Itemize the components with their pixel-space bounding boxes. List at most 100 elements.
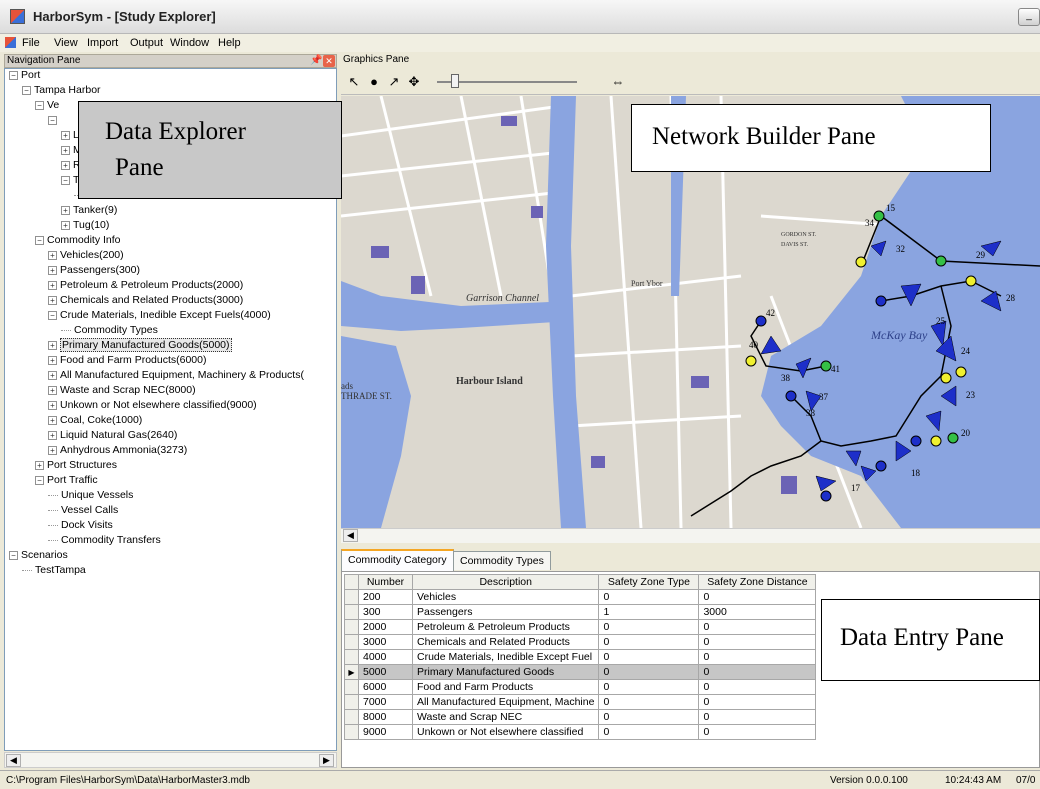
cell-description[interactable]: All Manufactured Equipment, Machine [411, 694, 600, 710]
tree-node-label[interactable]: Passengers(300) [60, 264, 140, 276]
tree-node-label[interactable]: Port Structures [47, 459, 117, 471]
tree-node[interactable]: Commodity Transfers [48, 533, 161, 548]
tree-node-label[interactable]: Chemicals and Related Products(3000) [60, 294, 243, 306]
tree-node[interactable]: − Port Traffic [35, 473, 98, 488]
cell-number[interactable]: 5000 [358, 664, 413, 680]
tree-node[interactable]: + Tanker(9) [61, 203, 117, 218]
collapse-icon[interactable]: − [35, 100, 44, 110]
row-header[interactable] [344, 634, 359, 650]
tree-node-label[interactable]: TestTampa [35, 564, 86, 576]
tree-node-label[interactable]: Anhydrous Ammonia(3273) [60, 444, 187, 456]
menu-file[interactable]: File [22, 37, 40, 49]
expand-icon[interactable]: + [35, 460, 44, 470]
cell-safety-zone-type[interactable]: 1 [598, 604, 700, 620]
cell-safety-zone-type[interactable]: 0 [598, 724, 700, 740]
column-header-safety-zone-type[interactable]: Safety Zone Type [598, 574, 700, 590]
tab-commodity-category[interactable]: Commodity Category [341, 549, 454, 571]
tree-node[interactable]: − Crude Materials, Inedible Except Fuels(… [48, 308, 271, 323]
menu-import[interactable]: Import [87, 37, 118, 49]
collapse-icon[interactable]: − [35, 475, 44, 485]
table-row[interactable]: 200 Vehicles 0 0 [344, 589, 817, 605]
tree-node[interactable]: + Food and Farm Products(6000) [48, 353, 207, 368]
cell-safety-zone-distance[interactable]: 0 [698, 679, 817, 695]
expand-icon[interactable]: + [61, 160, 70, 170]
row-header[interactable] [344, 724, 359, 740]
tree-node-label[interactable]: Liquid Natural Gas(2640) [60, 429, 177, 441]
cell-description[interactable]: Primary Manufactured Goods [411, 664, 600, 680]
cell-description[interactable]: Waste and Scrap NEC [411, 709, 600, 725]
cell-safety-zone-type[interactable]: 0 [598, 709, 700, 725]
current-row-indicator-icon[interactable]: ▶ [344, 664, 359, 680]
tree-node-label[interactable]: Commodity Info [47, 234, 121, 246]
table-row[interactable]: 4000 Crude Materials, Inedible Except Fue… [344, 649, 817, 665]
cell-safety-zone-type[interactable]: 0 [598, 664, 700, 680]
link-icon[interactable]: ↗ [385, 73, 403, 91]
expand-icon[interactable]: + [48, 355, 57, 365]
cell-safety-zone-distance[interactable]: 0 [698, 589, 817, 605]
cell-number[interactable]: 9000 [358, 724, 413, 740]
fit-icon[interactable]: ⇔ [609, 73, 627, 91]
table-row[interactable]: 6000 Food and Farm Products 0 0 [344, 679, 817, 695]
cell-safety-zone-distance[interactable]: 0 [698, 709, 817, 725]
tree-node[interactable]: − Port [9, 68, 40, 83]
zoom-slider-thumb[interactable] [451, 74, 459, 88]
tree-node-label[interactable]: Tug(10) [73, 219, 109, 231]
expand-icon[interactable]: + [48, 340, 57, 350]
cell-number[interactable]: 7000 [358, 694, 413, 710]
cell-safety-zone-type[interactable]: 0 [598, 649, 700, 665]
tree-node-label[interactable]: Crude Materials, Inedible Except Fuels(4… [60, 309, 271, 321]
menu-window[interactable]: Window [170, 37, 209, 49]
row-header[interactable] [344, 589, 359, 605]
expand-icon[interactable]: + [48, 400, 57, 410]
tree-node[interactable]: + Liquid Natural Gas(2640) [48, 428, 177, 443]
tree-node[interactable]: − [48, 113, 60, 128]
tree-node-label[interactable]: Dock Visits [61, 519, 113, 531]
tree-node-label[interactable]: Tampa Harbor [34, 84, 101, 96]
pointer-icon[interactable]: ↖ [345, 73, 363, 91]
tree-node-label[interactable]: Coal, Coke(1000) [60, 414, 142, 426]
cell-number[interactable]: 2000 [358, 619, 413, 635]
tree-node-label[interactable]: Petroleum & Petroleum Products(2000) [60, 279, 243, 291]
tree-node-label[interactable]: Vessel Calls [61, 504, 118, 516]
table-row[interactable]: ▶ 5000 Primary Manufactured Goods 0 0 [344, 664, 817, 680]
cell-safety-zone-distance[interactable]: 0 [698, 619, 817, 635]
row-header[interactable] [344, 604, 359, 620]
cell-safety-zone-distance[interactable]: 0 [698, 634, 817, 650]
cell-safety-zone-type[interactable]: 0 [598, 694, 700, 710]
cell-number[interactable]: 4000 [358, 649, 413, 665]
tree-node[interactable]: Commodity Types [61, 323, 158, 338]
tree-node[interactable]: + Unkown or Not elsewhere classified(9000… [48, 398, 257, 413]
expand-icon[interactable]: + [48, 295, 57, 305]
cell-number[interactable]: 3000 [358, 634, 413, 650]
tree-node-label[interactable]: Port Traffic [47, 474, 98, 486]
collapse-icon[interactable]: − [61, 175, 70, 185]
collapse-icon[interactable]: − [9, 70, 18, 80]
tree-node-label[interactable]: Tanker(9) [73, 204, 117, 216]
expand-icon[interactable]: + [48, 370, 57, 380]
expand-icon[interactable]: + [61, 145, 70, 155]
cell-safety-zone-distance[interactable]: 3000 [698, 604, 817, 620]
cell-description[interactable]: Chemicals and Related Products [411, 634, 600, 650]
scroll-right-icon[interactable]: ▶ [319, 754, 334, 767]
zoom-slider[interactable] [437, 73, 577, 91]
column-header-description[interactable]: Description [411, 574, 600, 590]
tab-commodity-types[interactable]: Commodity Types [453, 551, 551, 570]
column-header-number[interactable]: Number [358, 574, 413, 590]
cell-description[interactable]: Vehicles [411, 589, 600, 605]
menu-view[interactable]: View [54, 37, 78, 49]
cell-safety-zone-distance[interactable]: 0 [698, 694, 817, 710]
collapse-icon[interactable]: − [22, 85, 31, 95]
collapse-icon[interactable]: − [35, 235, 44, 245]
expand-icon[interactable]: + [48, 265, 57, 275]
tree-node[interactable]: + Vehicles(200) [48, 248, 124, 263]
table-row[interactable]: 300 Passengers 1 3000 [344, 604, 817, 620]
cell-number[interactable]: 300 [358, 604, 413, 620]
collapse-icon[interactable]: − [48, 310, 57, 320]
table-row[interactable]: 9000 Unkown or Not elsewhere classified 0 0 [344, 724, 817, 740]
tree-node[interactable]: + Port Structures [35, 458, 117, 473]
expand-icon[interactable]: + [61, 130, 70, 140]
tree-node[interactable]: + Primary Manufactured Goods(5000) [48, 338, 232, 353]
cell-number[interactable]: 200 [358, 589, 413, 605]
cell-description[interactable]: Unkown or Not elsewhere classified [411, 724, 600, 740]
tree-node[interactable]: Dock Visits [48, 518, 113, 533]
